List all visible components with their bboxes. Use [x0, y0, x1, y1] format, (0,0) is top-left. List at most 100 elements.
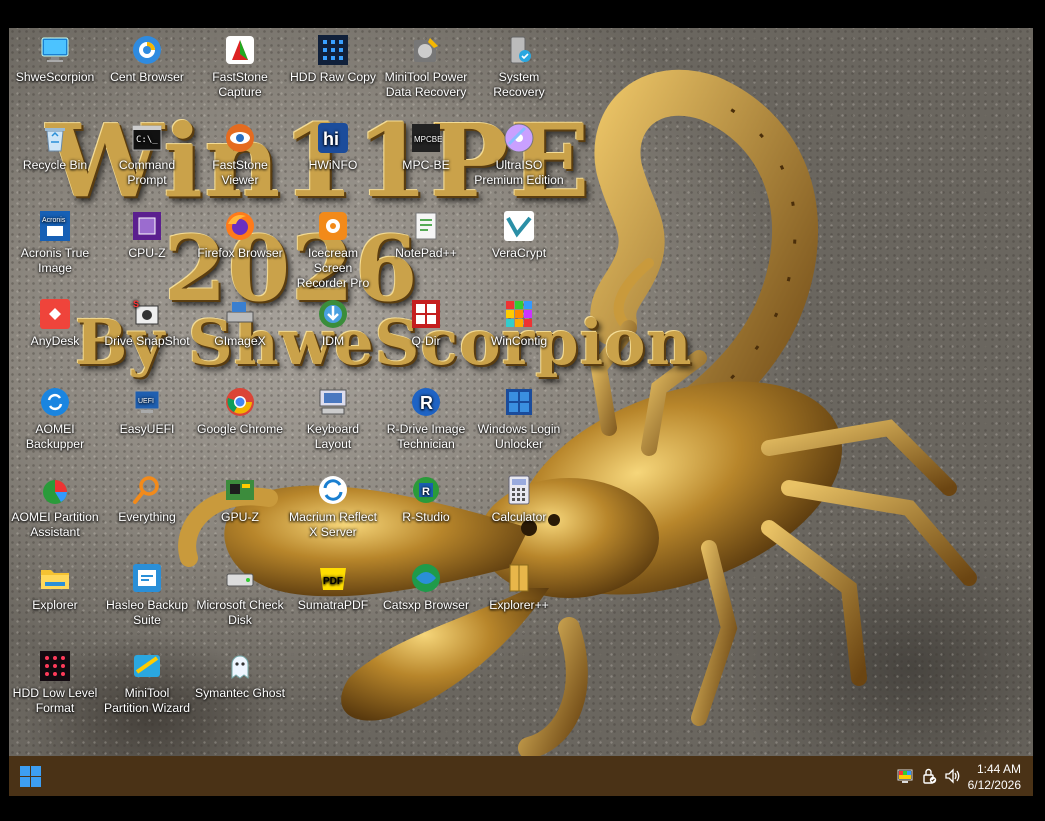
- system-clock[interactable]: 1:44 AM 6/12/2026: [968, 761, 1021, 793]
- desktop-shortcut-label: Windows Login Unlocker: [477, 422, 561, 451]
- desktop-shortcut[interactable]: Everything: [101, 474, 193, 525]
- desktop-shortcut[interactable]: Cent Browser: [101, 34, 193, 85]
- display-color-icon[interactable]: [897, 768, 913, 784]
- desktop-shortcut-label: WinContig: [490, 334, 548, 348]
- catsxp-browser-icon: [410, 562, 442, 594]
- desktop-shortcut-label: MPC-BE: [402, 158, 450, 172]
- desktop-shortcut[interactable]: Explorer++: [473, 562, 565, 613]
- desktop-shortcut[interactable]: Recycle Bin: [9, 122, 101, 173]
- desktop-shortcut-label: Symantec Ghost: [194, 686, 286, 700]
- desktop-shortcut[interactable]: UltraISO Premium Edition: [473, 122, 565, 188]
- desktop-shortcut[interactable]: WinContig: [473, 298, 565, 349]
- icecream-recorder-icon: [317, 210, 349, 242]
- desktop-shortcut[interactable]: FastStone Viewer: [194, 122, 286, 188]
- desktop-shortcut-label: HDD Raw Copy: [289, 70, 376, 84]
- desktop-shortcut[interactable]: System Recovery: [473, 34, 565, 100]
- desktop-shortcut[interactable]: HDD Low Level Format: [9, 650, 101, 716]
- desktop-shortcut[interactable]: S Drive SnapShot: [101, 298, 193, 349]
- aomei-backupper-icon: [39, 386, 71, 418]
- svg-text:C:\_: C:\_: [136, 135, 158, 145]
- security-lock-icon[interactable]: [921, 768, 937, 784]
- desktop-shortcut[interactable]: C:\_ Command Prompt: [101, 122, 193, 188]
- desktop-shortcut[interactable]: AOMEI Partition Assistant: [9, 474, 101, 540]
- desktop-shortcut-label: AOMEI Partition Assistant: [11, 510, 99, 539]
- desktop-shortcut-label: Calculator: [491, 510, 547, 524]
- desktop-shortcut[interactable]: CPU-Z: [101, 210, 193, 261]
- desktop-shortcut-label: HDD Low Level Format: [12, 686, 98, 715]
- desktop-shortcut[interactable]: Catsxp Browser: [380, 562, 472, 613]
- gpu-z-icon: [224, 474, 256, 506]
- taskbar: 1:44 AM 6/12/2026: [9, 756, 1033, 796]
- desktop-shortcut-label: Drive SnapShot: [104, 334, 190, 348]
- volume-icon[interactable]: [944, 768, 960, 784]
- folder-icon: [39, 562, 71, 594]
- desktop-shortcut[interactable]: HDD Raw Copy: [287, 34, 379, 85]
- desktop-shortcut[interactable]: Microsoft Check Disk: [194, 562, 286, 628]
- desktop-shortcut[interactable]: AnyDesk: [9, 298, 101, 349]
- desktop-shortcut-label: Acronis True Image: [20, 246, 90, 275]
- desktop-shortcut-label: Explorer: [32, 598, 78, 612]
- desktop-shortcut[interactable]: NotePad++: [380, 210, 472, 261]
- desktop-shortcut-label: Firefox Browser: [197, 246, 283, 260]
- desktop-shortcut-label: System Recovery: [493, 70, 545, 99]
- easyuefi-icon: UEFI: [131, 386, 163, 418]
- desktop-shortcut[interactable]: hi HWiNFO: [287, 122, 379, 173]
- desktop-shortcut[interactable]: Calculator: [473, 474, 565, 525]
- symantec-ghost-icon: [224, 650, 256, 682]
- desktop-shortcut-label: ShweScorpion: [15, 70, 95, 84]
- desktop-shortcut[interactable]: UEFI EasyUEFI: [101, 386, 193, 437]
- desktop-shortcut[interactable]: ShweScorpion: [9, 34, 101, 85]
- desktop-shortcut[interactable]: Windows Login Unlocker: [473, 386, 565, 452]
- desktop-shortcut[interactable]: MiniTool Partition Wizard: [101, 650, 193, 716]
- q-dir-icon: [410, 298, 442, 330]
- desktop-shortcut[interactable]: Icecream Screen Recorder Pro: [287, 210, 379, 291]
- anydesk-icon: [39, 298, 71, 330]
- keyboard-layout-icon: [317, 386, 349, 418]
- desktop-shortcut[interactable]: Acronis Acronis True Image: [9, 210, 101, 276]
- desktop-shortcut[interactable]: FastStone Capture: [194, 34, 286, 100]
- desktop-shortcut[interactable]: PDF SumatraPDF: [287, 562, 379, 613]
- desktop-shortcut[interactable]: MiniTool Power Data Recovery: [380, 34, 472, 100]
- desktop-shortcut[interactable]: Symantec Ghost: [194, 650, 286, 701]
- desktop-shortcut-label: VeraCrypt: [491, 246, 547, 260]
- desktop-shortcut[interactable]: R R-Studio: [380, 474, 472, 525]
- gimagex-icon: [224, 298, 256, 330]
- wincontig-icon: [503, 298, 535, 330]
- login-unlocker-icon: [503, 386, 535, 418]
- desktop-shortcut[interactable]: GImageX: [194, 298, 286, 349]
- desktop-shortcut-label: Catsxp Browser: [382, 598, 469, 612]
- desktop-shortcut[interactable]: VeraCrypt: [473, 210, 565, 261]
- calculator-icon: [503, 474, 535, 506]
- desktop-shortcut[interactable]: Firefox Browser: [194, 210, 286, 261]
- macrium-reflect-icon: [317, 474, 349, 506]
- start-button[interactable]: [20, 766, 41, 787]
- desktop-shortcut-label: UltraISO Premium Edition: [474, 158, 564, 187]
- desktop-shortcut[interactable]: AOMEI Backupper: [9, 386, 101, 452]
- recycle-bin-icon: [39, 122, 71, 154]
- desktop-shortcut-label: Explorer++: [489, 598, 549, 612]
- desktop-shortcut[interactable]: Q-Dir: [380, 298, 472, 349]
- desktop-shortcut-label: AOMEI Backupper: [25, 422, 85, 451]
- desktop-shortcut[interactable]: R R-Drive Image Technician: [380, 386, 472, 452]
- desktop-shortcut[interactable]: IDM: [287, 298, 379, 349]
- desktop-shortcut[interactable]: Macrium Reflect X Server: [287, 474, 379, 540]
- desktop-shortcut-label: Cent Browser: [110, 70, 184, 84]
- desktop-shortcut[interactable]: Hasleo Backup Suite: [101, 562, 193, 628]
- desktop-shortcut[interactable]: Explorer: [9, 562, 101, 613]
- desktop-shortcut-label: SumatraPDF: [297, 598, 369, 612]
- hasleo-backup-icon: [131, 562, 163, 594]
- desktop-shortcut[interactable]: MPCBE MPC-BE: [380, 122, 472, 173]
- desktop-shortcut[interactable]: Keyboard Layout: [287, 386, 379, 452]
- minitool-partition-icon: [131, 650, 163, 682]
- desktop-shortcut-label: MiniTool Power Data Recovery: [384, 70, 468, 99]
- desktop-shortcut-label: GPU-Z: [221, 510, 259, 524]
- desktop-shortcut[interactable]: Google Chrome: [194, 386, 286, 437]
- veracrypt-icon: [503, 210, 535, 242]
- desktop-shortcut-label: Macrium Reflect X Server: [288, 510, 378, 539]
- desktop-shortcut[interactable]: GPU-Z: [194, 474, 286, 525]
- svg-text:R: R: [420, 393, 433, 413]
- cent-browser-icon: [131, 34, 163, 66]
- r-studio-icon: R: [410, 474, 442, 506]
- hdd-low-level-format-icon: [39, 650, 71, 682]
- acronis-icon: Acronis: [39, 210, 71, 242]
